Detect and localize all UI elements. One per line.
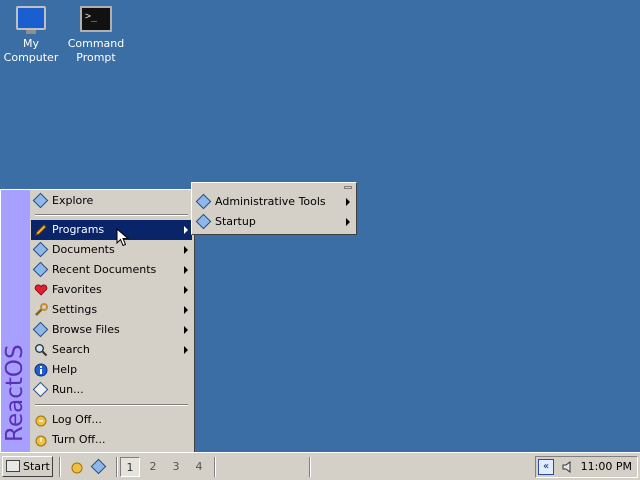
command-prompt-icon: >_ — [79, 6, 113, 34]
submenu-arrow-icon — [346, 218, 350, 226]
menu-item-recent-documents[interactable]: Recent Documents — [31, 260, 192, 280]
menu-item-help[interactable]: Help — [31, 360, 192, 380]
desktop-icon-label: Prompt — [76, 51, 116, 64]
submenu-item-administrative-tools[interactable]: Administrative Tools — [194, 192, 354, 212]
start-menu: ReactOS Explore Programs Documents Recen… — [0, 189, 195, 453]
my-computer-icon — [14, 6, 48, 34]
log-off-icon — [34, 413, 48, 427]
menu-item-settings[interactable]: Settings — [31, 300, 192, 320]
menu-item-label: Browse Files — [52, 323, 120, 336]
folder-icon — [195, 193, 212, 210]
taskbar-separator — [116, 457, 118, 477]
help-icon — [34, 363, 48, 377]
explore-icon — [32, 192, 49, 209]
start-logo-icon — [6, 460, 20, 472]
tray-collapse-icon[interactable]: « — [538, 459, 554, 475]
start-button-label: Start — [23, 460, 50, 473]
submenu-item-label: Administrative Tools — [215, 195, 326, 208]
desktop-icon-command-prompt[interactable]: >_ Command Prompt — [63, 2, 129, 65]
menu-item-label: Search — [52, 343, 90, 356]
start-menu-brand: ReactOS — [2, 344, 28, 442]
programs-submenu: Administrative Tools Startup — [191, 182, 357, 235]
menu-item-label: Settings — [52, 303, 98, 316]
menu-item-documents[interactable]: Documents — [31, 240, 192, 260]
menu-item-turn-off[interactable]: Turn Off... — [31, 430, 192, 450]
menu-item-explore[interactable]: Explore — [31, 191, 192, 211]
menu-item-label: Turn Off... — [52, 433, 106, 446]
menu-item-label: Help — [52, 363, 78, 376]
turn-off-icon — [34, 433, 48, 447]
submenu-arrow-icon — [184, 246, 188, 254]
start-button[interactable]: Start — [2, 456, 53, 477]
taskbar: Start 1 2 3 4 « 11:00 PM — [0, 452, 640, 480]
menu-item-browse-files[interactable]: Browse Files — [31, 320, 192, 340]
desktop-icon-label: My — [22, 37, 39, 50]
folder-icon — [195, 213, 212, 230]
submenu-grip[interactable] — [344, 186, 352, 189]
system-tray: « 11:00 PM — [535, 456, 638, 478]
menu-item-label: Log Off... — [52, 413, 102, 426]
heart-icon — [34, 283, 48, 297]
menu-item-run[interactable]: Run... — [31, 380, 192, 400]
submenu-item-startup[interactable]: Startup — [194, 212, 354, 232]
clock[interactable]: 11:00 PM — [581, 460, 632, 473]
menu-item-favorites[interactable]: Favorites — [31, 280, 192, 300]
recent-documents-icon — [32, 261, 49, 278]
virtual-desktop-1[interactable]: 1 — [120, 457, 140, 477]
submenu-arrow-icon — [184, 306, 188, 314]
start-menu-sidebar: ReactOS — [1, 190, 30, 452]
run-icon — [32, 381, 49, 398]
submenu-arrow-icon — [184, 226, 188, 234]
virtual-desktop-2[interactable]: 2 — [143, 457, 163, 477]
menu-item-label: Documents — [52, 243, 115, 256]
submenu-arrow-icon — [346, 198, 350, 206]
menu-item-programs[interactable]: Programs — [31, 220, 192, 240]
submenu-arrow-icon — [184, 346, 188, 354]
menu-item-search[interactable]: Search — [31, 340, 192, 360]
submenu-arrow-icon — [184, 266, 188, 274]
taskbar-separator — [214, 457, 216, 477]
quicklaunch-desktop-icon[interactable] — [70, 460, 84, 474]
quicklaunch-explorer-icon[interactable] — [90, 458, 107, 475]
mouse-cursor-icon — [116, 228, 130, 247]
pencil-icon — [34, 223, 48, 237]
documents-icon — [32, 241, 49, 258]
browse-files-icon — [32, 321, 49, 338]
menu-item-log-off[interactable]: Log Off... — [31, 410, 192, 430]
wrench-icon — [34, 303, 48, 317]
taskbar-separator — [309, 457, 311, 477]
submenu-arrow-icon — [184, 286, 188, 294]
desktop-icon-label: Computer — [3, 51, 59, 64]
submenu-arrow-icon — [184, 326, 188, 334]
menu-item-label: Favorites — [52, 283, 102, 296]
magnifier-icon — [34, 343, 48, 357]
virtual-desktop-4[interactable]: 4 — [189, 457, 209, 477]
desktop-icon-my-computer[interactable]: My Computer — [0, 2, 64, 65]
menu-item-label: Programs — [52, 223, 105, 236]
menu-item-label: Recent Documents — [52, 263, 157, 276]
menu-item-label: Run... — [52, 383, 84, 396]
volume-icon[interactable] — [561, 460, 575, 474]
virtual-desktop-3[interactable]: 3 — [166, 457, 186, 477]
menu-separator — [35, 404, 188, 406]
menu-item-label: Explore — [52, 194, 94, 207]
menu-separator — [35, 214, 188, 216]
taskbar-separator — [59, 457, 61, 477]
submenu-item-label: Startup — [215, 215, 256, 228]
desktop-icon-label: Command — [67, 37, 125, 50]
